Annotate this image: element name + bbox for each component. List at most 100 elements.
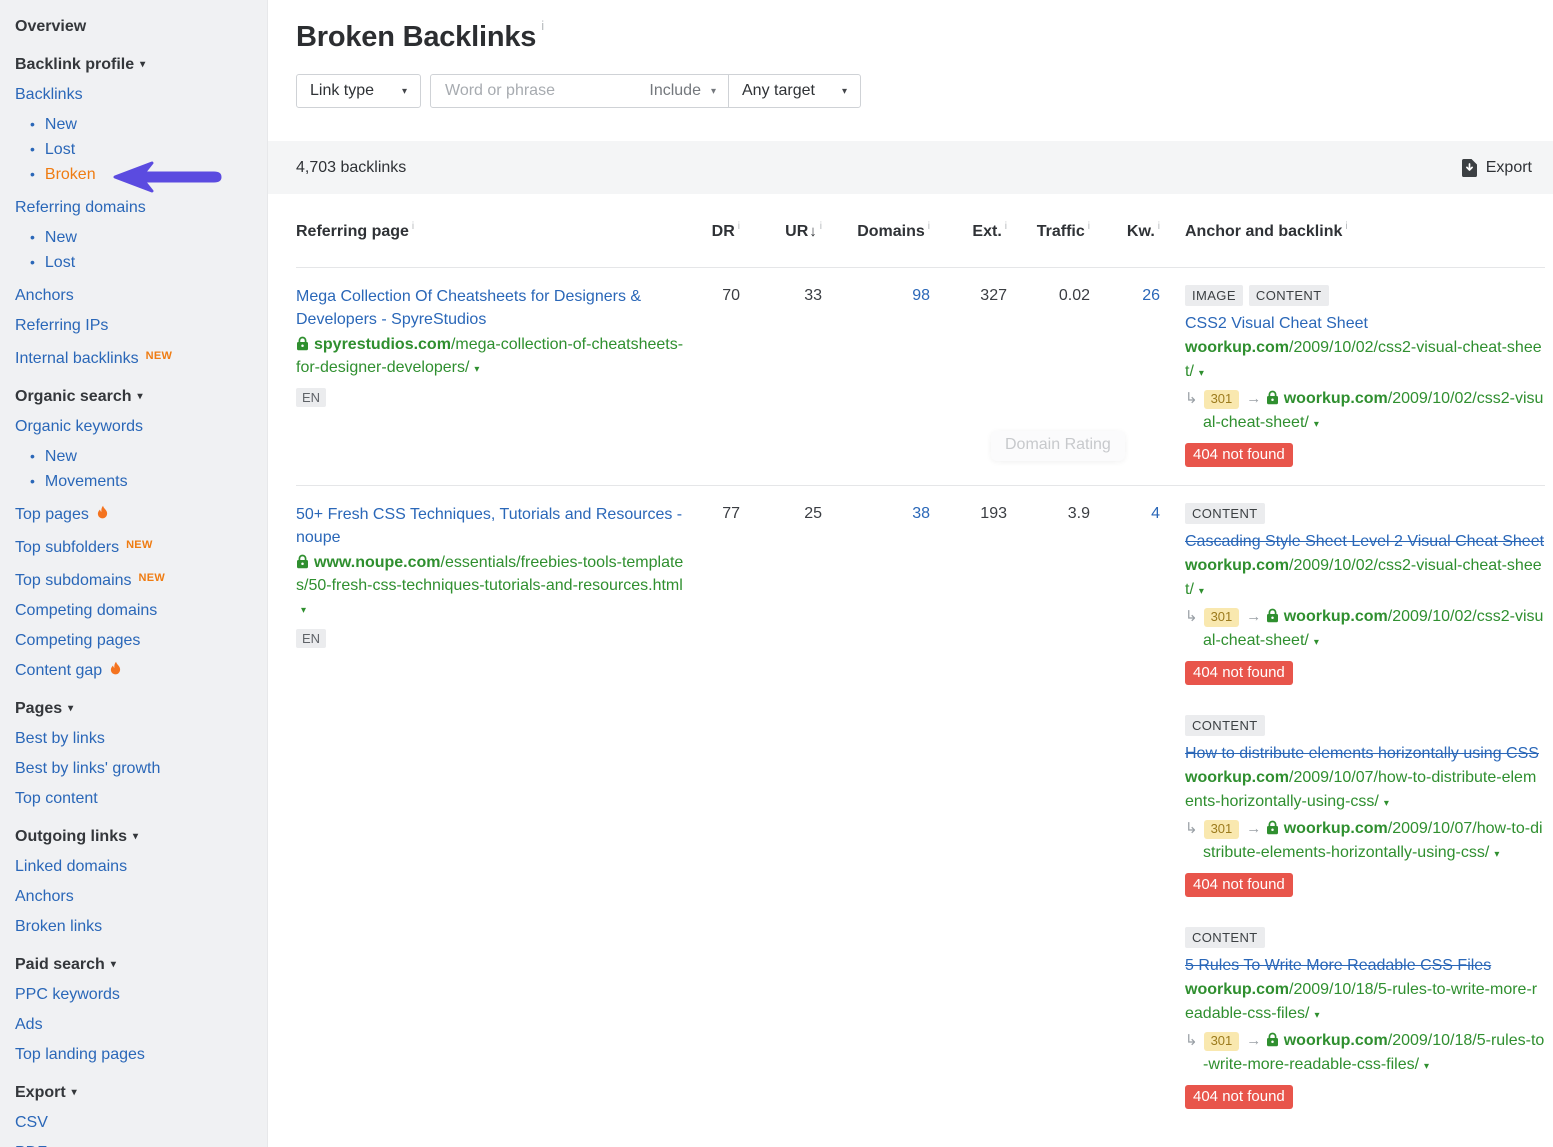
table-row: Mega Collection Of Cheatsheets for Desig…	[296, 267, 1545, 485]
sidebar-item-organic-keywords-new[interactable]: •New	[15, 444, 267, 469]
export-button[interactable]: Export	[1462, 159, 1532, 177]
sidebar-item-top-content[interactable]: Top content	[15, 784, 267, 814]
sidebar-item-outgoing-anchors[interactable]: Anchors	[15, 882, 267, 912]
domains-value[interactable]: 38	[822, 503, 930, 1109]
sidebar-item-referring-domains[interactable]: Referring domains	[15, 193, 267, 223]
referring-page-title-link[interactable]: 50+ Fresh CSS Techniques, Tutorials and …	[296, 503, 686, 549]
sidebar-item-content-gap[interactable]: Content gap	[15, 656, 267, 686]
anchor-text-link[interactable]: How to distribute elements horizontally …	[1185, 742, 1545, 766]
sidebar-item-best-by-links-growth[interactable]: Best by links' growth	[15, 754, 267, 784]
kw-value[interactable]: 26	[1090, 285, 1160, 467]
content-badge: CONTENT	[1185, 927, 1265, 948]
sidebar-item-best-by-links[interactable]: Best by links	[15, 724, 267, 754]
kw-value[interactable]: 4	[1090, 503, 1160, 1109]
backlink-url[interactable]: woorkup.com/2009/10/18/5-rules-to-write-…	[1185, 978, 1545, 1028]
sidebar-item-competing-pages[interactable]: Competing pages	[15, 626, 267, 656]
sidebar-section-pages[interactable]: Pages▾	[15, 694, 267, 724]
sidebar-item-pdf[interactable]: PDF	[15, 1138, 267, 1147]
referring-domains-sublist: •New •Lost	[15, 225, 267, 275]
dr-value: 77	[700, 503, 740, 1109]
sidebar-item-organic-keywords[interactable]: Organic keywords	[15, 412, 267, 442]
info-icon: i	[412, 221, 414, 232]
url-options-caret-icon[interactable]: ▾	[1494, 849, 1499, 860]
sidebar-item-referring-domains-new[interactable]: •New	[15, 225, 267, 250]
backlink-url[interactable]: woorkup.com/2009/10/02/css2-visual-cheat…	[1185, 554, 1545, 604]
anchor-text-link[interactable]: CSS2 Visual Cheat Sheet	[1185, 312, 1545, 336]
referring-page-url[interactable]: www.noupe.com/essentials/freebies-tools-…	[296, 551, 686, 622]
arrow-right-icon: →	[1246, 390, 1261, 407]
referring-page-title-link[interactable]: Mega Collection Of Cheatsheets for Desig…	[296, 285, 686, 331]
url-options-caret-icon[interactable]: ▾	[1424, 1061, 1429, 1072]
sidebar-item-top-subdomains[interactable]: Top subdomainsNEW	[15, 563, 267, 596]
sidebar-section-export[interactable]: Export▾	[15, 1078, 267, 1108]
bullet-icon: •	[30, 448, 35, 464]
sidebar-item-movements[interactable]: •Movements	[15, 469, 267, 494]
redirect-line: ↳301→ woorkup.com/2009/10/02/css2-visual…	[1185, 387, 1545, 437]
url-options-caret-icon[interactable]: ▾	[1384, 798, 1389, 809]
col-header-domains[interactable]: Domainsi	[822, 221, 930, 241]
sidebar-section-backlink-profile[interactable]: Backlink profile▾	[15, 50, 267, 80]
anchor-text-link[interactable]: Cascading Style Sheet Level 2 Visual Che…	[1185, 530, 1545, 554]
sidebar-item-backlinks-new[interactable]: •New	[15, 112, 267, 137]
sidebar-item-internal-backlinks[interactable]: Internal backlinksNEW	[15, 341, 267, 374]
sidebar-section-paid-search[interactable]: Paid search▾	[15, 950, 267, 980]
backlink-badges: IMAGE CONTENT	[1185, 285, 1545, 306]
new-badge: NEW	[126, 539, 153, 551]
app-window: Overview Backlink profile▾ Backlinks •Ne…	[0, 0, 1553, 1147]
sidebar-item-ads[interactable]: Ads	[15, 1010, 267, 1040]
col-header-dr[interactable]: DRi	[700, 221, 740, 241]
word-filter-group: Include ▾ Any target ▾	[430, 74, 861, 108]
sidebar-item-broken-links[interactable]: Broken links	[15, 912, 267, 942]
sidebar-item-csv[interactable]: CSV	[15, 1108, 267, 1138]
new-badge: NEW	[139, 572, 166, 584]
chevron-down-icon: ▾	[842, 86, 847, 97]
link-type-dropdown[interactable]: Link type ▾	[296, 74, 421, 108]
sidebar-section-outgoing-links[interactable]: Outgoing links▾	[15, 822, 267, 852]
col-header-traffic[interactable]: Traffici	[1007, 221, 1090, 241]
domains-value[interactable]: 98	[822, 285, 930, 467]
redirect-line: ↳301→ woorkup.com/2009/10/02/css2-visual…	[1185, 605, 1545, 655]
sidebar-section-organic-search[interactable]: Organic search▾	[15, 382, 267, 412]
url-options-caret-icon[interactable]: ▾	[301, 605, 306, 616]
include-dropdown[interactable]: Include ▾	[649, 82, 716, 100]
backlinks-count: 4,703 backlinks	[296, 159, 406, 177]
sidebar-item-backlinks-lost[interactable]: •Lost	[15, 137, 267, 162]
col-header-ext[interactable]: Ext.i	[930, 221, 1007, 241]
sidebar-item-linked-domains[interactable]: Linked domains	[15, 852, 267, 882]
sidebar-item-referring-domains-lost[interactable]: •Lost	[15, 250, 267, 275]
http-301-badge: 301	[1204, 820, 1240, 839]
sidebar-item-anchors[interactable]: Anchors	[15, 281, 267, 311]
sidebar-item-top-landing-pages[interactable]: Top landing pages	[15, 1040, 267, 1070]
sidebar-item-competing-domains[interactable]: Competing domains	[15, 596, 267, 626]
url-options-caret-icon[interactable]: ▾	[1314, 419, 1319, 430]
sidebar-item-ppc-keywords[interactable]: PPC keywords	[15, 980, 267, 1010]
sidebar-item-top-subfolders[interactable]: Top subfoldersNEW	[15, 530, 267, 563]
sidebar-item-overview[interactable]: Overview	[15, 12, 267, 42]
word-or-phrase-input[interactable]	[443, 81, 649, 101]
redirect-line: ↳301→ woorkup.com/2009/10/07/how-to-dist…	[1185, 817, 1545, 867]
backlink-url[interactable]: woorkup.com/2009/10/02/css2-visual-cheat…	[1185, 336, 1545, 386]
bullet-icon: •	[30, 254, 35, 270]
referring-page-url[interactable]: spyrestudios.com/mega-collection-of-chea…	[296, 333, 686, 381]
bullet-icon: •	[30, 473, 35, 489]
main-content: Broken Backlinksi Link type ▾ Include ▾	[268, 0, 1553, 1147]
sidebar-item-top-pages[interactable]: Top pages	[15, 500, 267, 530]
anchor-backlink-cell: CONTENT Cascading Style Sheet Level 2 Vi…	[1160, 503, 1545, 1109]
col-header-kw[interactable]: Kw.i	[1090, 221, 1160, 241]
url-options-caret-icon[interactable]: ▾	[1315, 1010, 1320, 1021]
url-options-caret-icon[interactable]: ▾	[1314, 637, 1319, 648]
url-options-caret-icon[interactable]: ▾	[1199, 368, 1204, 379]
backlink-group: CONTENT How to distribute elements horiz…	[1185, 715, 1545, 897]
col-header-ur[interactable]: UR↓i	[740, 221, 822, 241]
any-target-dropdown[interactable]: Any target ▾	[728, 74, 861, 108]
backlink-url[interactable]: woorkup.com/2009/10/07/how-to-distribute…	[1185, 766, 1545, 816]
anchor-text-link[interactable]: 5 Rules To Write More Readable CSS Files	[1185, 954, 1545, 978]
col-header-referring-page[interactable]: Referring pagei	[296, 221, 700, 241]
url-options-caret-icon[interactable]: ▾	[474, 364, 479, 375]
col-header-anchor-backlink[interactable]: Anchor and backlinki	[1160, 221, 1545, 241]
info-icon[interactable]: i	[541, 18, 544, 33]
sidebar-item-backlinks[interactable]: Backlinks	[15, 80, 267, 110]
lock-icon	[1266, 1032, 1279, 1047]
sidebar-item-referring-ips[interactable]: Referring IPs	[15, 311, 267, 341]
url-options-caret-icon[interactable]: ▾	[1199, 586, 1204, 597]
